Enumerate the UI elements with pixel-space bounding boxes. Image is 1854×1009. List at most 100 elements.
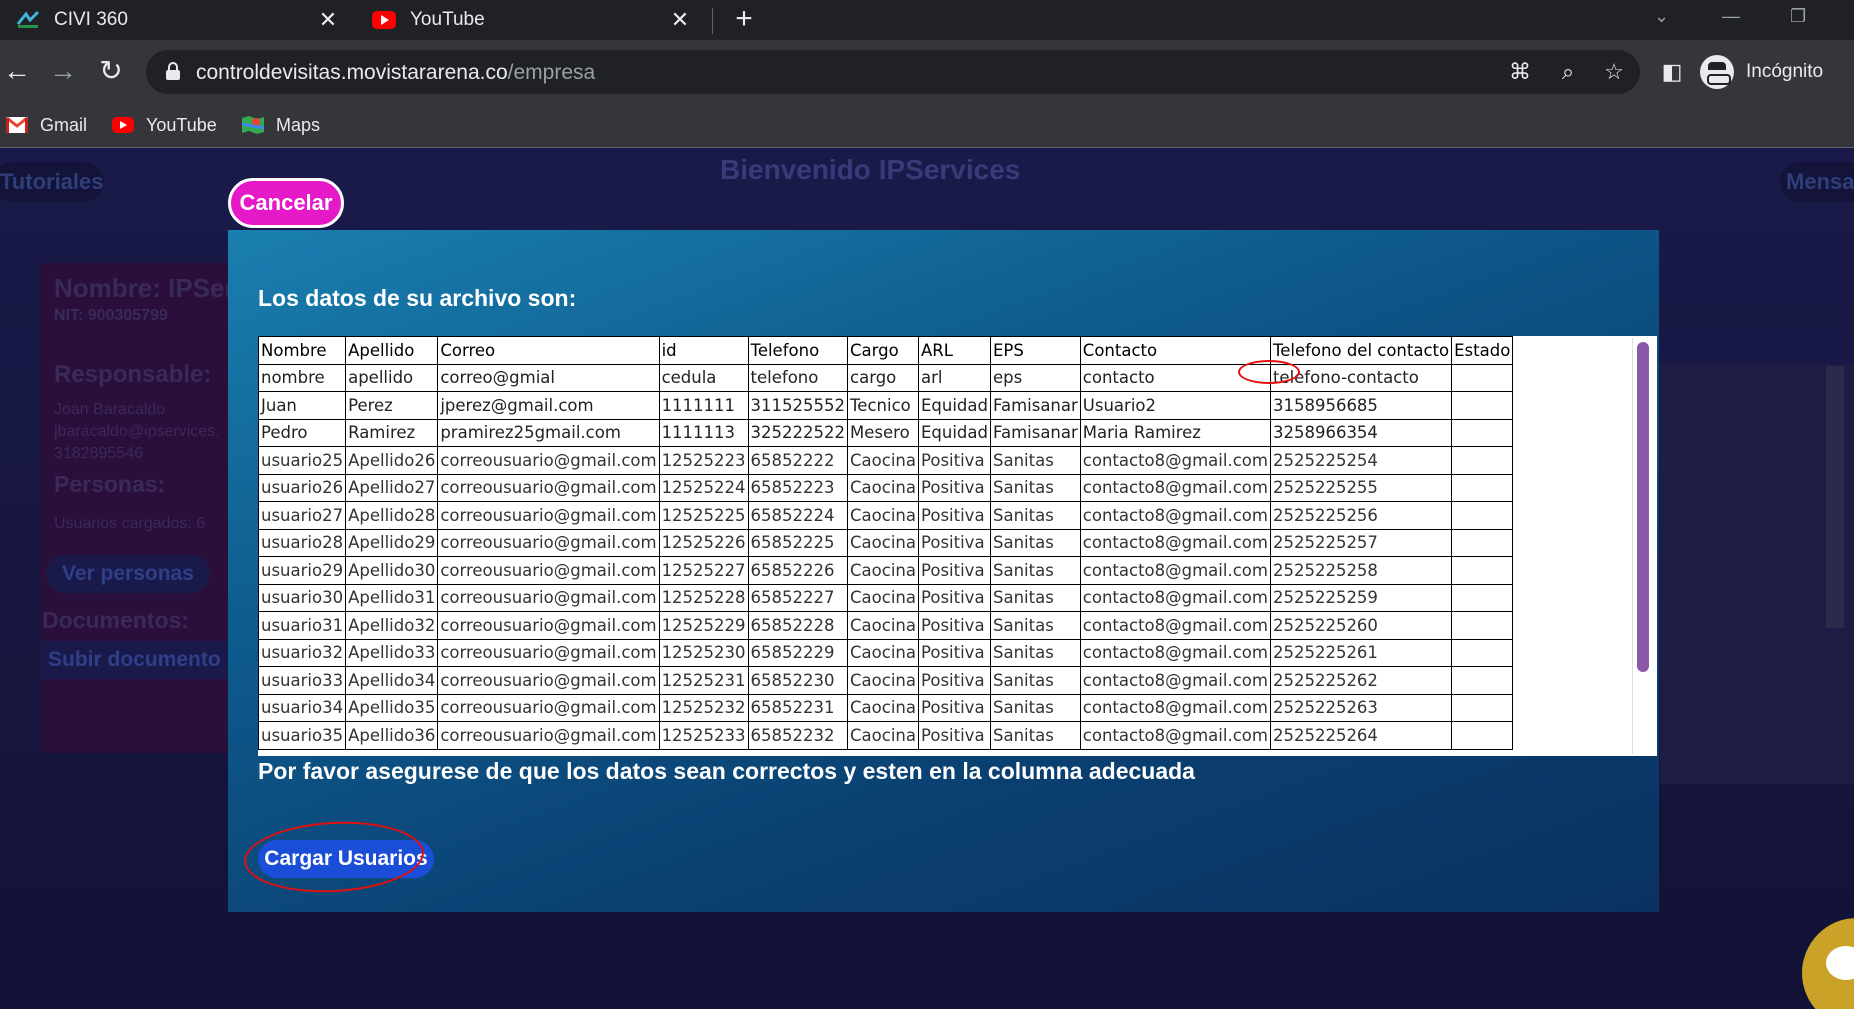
bookmarks-bar: Gmail YouTube Maps — [0, 104, 1854, 148]
extensions-icon[interactable]: ◧ — [1658, 58, 1686, 86]
table-cell: Positiva — [917, 693, 991, 722]
table-cell: Juan — [258, 391, 347, 420]
table-cell — [1451, 446, 1514, 475]
table-cell: 2525225255 — [1269, 473, 1453, 502]
youtube-icon — [112, 117, 134, 133]
table-cell: Sanitas — [989, 721, 1081, 750]
zoom-icon[interactable]: ⌕ — [1554, 58, 1582, 86]
tab-youtube[interactable]: YouTube ✕ — [362, 0, 702, 40]
table-cell: telefono — [747, 363, 849, 392]
mensajes-button[interactable]: Mensa — [1780, 162, 1854, 202]
tutoriales-button[interactable]: Tutoriales — [0, 162, 104, 202]
table-cell: jperez@gmail.com — [437, 391, 660, 420]
lock-icon — [166, 62, 180, 80]
bookmark-gmail[interactable]: Gmail — [6, 112, 87, 138]
address-bar[interactable]: controldevisitas.movistararena.co/empres… — [146, 50, 1640, 94]
bookmark-star-icon[interactable]: ☆ — [1600, 58, 1628, 86]
table-cell: usuario32 — [258, 638, 347, 667]
table-cell: 65852228 — [747, 611, 849, 640]
table-cell: 12525224 — [658, 473, 749, 502]
bookmark-maps[interactable]: Maps — [242, 112, 320, 138]
table-cell: Caocina — [847, 721, 919, 750]
ver-personas-button[interactable]: Ver personas — [46, 555, 210, 593]
new-tab-icon[interactable]: + — [728, 4, 760, 36]
table-cell: Sanitas — [989, 446, 1081, 475]
table-cell: 65852231 — [747, 693, 849, 722]
table-cell: apellido — [345, 363, 439, 392]
table-cell: Tecnico — [847, 391, 919, 420]
close-tab-icon[interactable]: ✕ — [668, 8, 692, 32]
table-cell: nombre — [258, 363, 347, 392]
table-cell: Apellido36 — [345, 721, 439, 750]
table-cell: Sanitas — [989, 528, 1081, 557]
table-cell: usuario25 — [258, 446, 347, 475]
incognito-profile[interactable]: Incógnito — [1700, 50, 1823, 94]
table-cell: 2525225262 — [1269, 666, 1453, 695]
table-cell: Ramirez — [345, 418, 439, 447]
back-icon[interactable]: ← — [0, 54, 34, 88]
table-cell: 2525225263 — [1269, 693, 1453, 722]
cargar-usuarios-button[interactable]: Cargar Usuarios — [258, 840, 434, 878]
table-cell: Perez — [345, 391, 439, 420]
table-cell: 2525225254 — [1269, 446, 1453, 475]
side-scrollbar[interactable] — [1826, 366, 1844, 628]
table-cell: 12525225 — [658, 501, 749, 530]
table-scrollbar-thumb[interactable] — [1637, 342, 1649, 672]
table-cell: contacto8@gmail.com — [1079, 556, 1271, 585]
table-row: Juan Perez jperez@gmail.com 1111111 31152555… — [258, 391, 1514, 420]
tab-civi360[interactable]: CIVI 360 ✕ — [10, 0, 350, 40]
table-cell: contacto8@gmail.com — [1079, 693, 1271, 722]
close-tab-icon[interactable]: ✕ — [316, 8, 340, 32]
table-cell: contacto8@gmail.com — [1079, 473, 1271, 502]
table-cell: Positiva — [917, 721, 991, 750]
subir-documento-button[interactable]: Subir documento — [40, 641, 229, 679]
table-cell: Positiva — [917, 528, 991, 557]
bookmark-label: Gmail — [40, 114, 88, 135]
table-cell: 65852230 — [747, 666, 849, 695]
column-header: Nombre — [258, 336, 347, 365]
column-header: Cargo — [847, 336, 919, 365]
table-cell: 1111113 — [658, 418, 749, 447]
table-cell: Famisanar — [989, 418, 1081, 447]
table-cell: usuario33 — [258, 666, 347, 695]
minimize-icon[interactable]: — — [1722, 6, 1740, 27]
table-row: usuario32 Apellido33 correousuario@gmail.c… — [258, 638, 1514, 667]
table-cell: Sanitas — [989, 556, 1081, 585]
table-cell: usuario30 — [258, 583, 347, 612]
table-cell: correousuario@gmail.com — [437, 501, 660, 530]
responsable-label: Responsable: — [54, 361, 212, 388]
table-cell: Maria Ramirez — [1079, 418, 1271, 447]
table-cell: 65852227 — [747, 583, 849, 612]
table-cell — [1451, 721, 1514, 750]
table-cell: Caocina — [847, 638, 919, 667]
table-scrollbar[interactable] — [1632, 338, 1652, 754]
table-cell: Caocina — [847, 473, 919, 502]
table-cell — [1451, 611, 1514, 640]
table-cell: cedula — [658, 363, 749, 392]
bookmark-youtube[interactable]: YouTube — [112, 112, 217, 138]
table-cell: correousuario@gmail.com — [437, 611, 660, 640]
table-row: usuario27 Apellido28 correousuario@gmail.c… — [258, 501, 1514, 530]
translate-icon[interactable]: ⌘ — [1506, 58, 1534, 86]
chat-widget-button[interactable] — [1802, 918, 1854, 1009]
data-table-container[interactable]: Nombre Apellido Correo id Telefono Cargo ARL EP… — [258, 336, 1657, 756]
url-text: controldevisitas.movistararena.co/empres… — [196, 61, 596, 84]
table-cell: contacto8@gmail.com — [1079, 583, 1271, 612]
reload-icon[interactable]: ↻ — [94, 54, 128, 88]
company-nit: NIT: 900305799 — [54, 307, 168, 324]
table-cell: usuario27 — [258, 501, 347, 530]
table-cell: 65852224 — [747, 501, 849, 530]
table-row: Pedro Ramirez pramirez25gmail.com 1111113 32… — [258, 418, 1514, 447]
table-cell — [1451, 556, 1514, 585]
table-cell: correousuario@gmail.com — [437, 693, 660, 722]
table-cell: arl — [917, 363, 991, 392]
forward-icon[interactable]: → — [46, 54, 80, 88]
table-cell: 12525230 — [658, 638, 749, 667]
side-panel — [1660, 364, 1854, 784]
company-name: Nombre: IPSer — [54, 273, 235, 303]
tab-search-icon[interactable]: ⌄ — [1654, 6, 1669, 27]
cancel-button[interactable]: Cancelar — [228, 178, 344, 228]
welcome-heading: Bienvenido IPServices — [720, 154, 1021, 185]
table-cell: correousuario@gmail.com — [437, 473, 660, 502]
restore-icon[interactable]: ❐ — [1790, 6, 1806, 27]
